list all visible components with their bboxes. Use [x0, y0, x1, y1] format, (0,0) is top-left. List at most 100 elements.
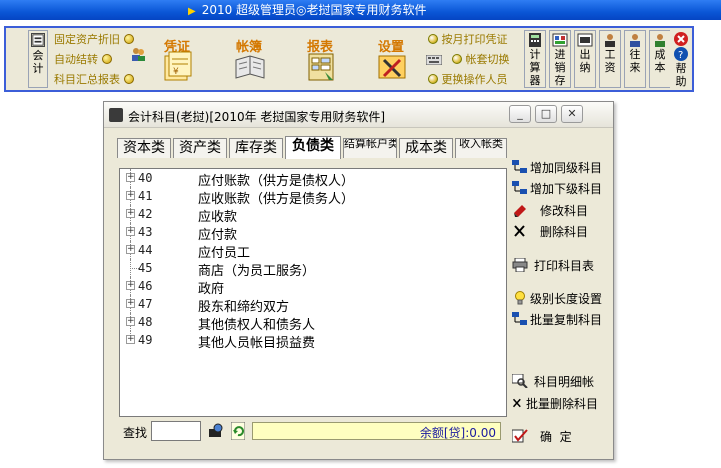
payroll-label: 工资: [604, 48, 616, 74]
voucher-button[interactable]: 凭证 ¥: [148, 30, 206, 88]
cashier-icon: [577, 33, 593, 47]
account-name: 其他人员帐目损益费: [198, 336, 316, 351]
receivables-button[interactable]: 往来: [624, 30, 646, 88]
account-detail-ledger-button[interactable]: 科目明细帐: [512, 372, 608, 392]
cost-label: 成本: [654, 48, 666, 74]
tree-row[interactable]: 45 商店（为员工服务）: [120, 259, 506, 279]
inventory-button[interactable]: 进销存: [549, 30, 571, 88]
cashier-label: 出纳: [579, 48, 591, 74]
tree-add-child-icon: [512, 181, 527, 194]
expand-icon[interactable]: +: [126, 173, 135, 182]
expand-icon[interactable]: +: [126, 227, 135, 236]
yellow-dot-icon: [123, 34, 134, 44]
accounting-icon: [31, 33, 45, 47]
tab-inventory[interactable]: 库存类: [229, 138, 283, 158]
settings-button[interactable]: 设置: [362, 30, 420, 88]
account-code: 41: [138, 189, 153, 203]
link-switch-account-set[interactable]: 帐套切换: [452, 52, 510, 68]
close-button[interactable]: ✕: [561, 105, 583, 123]
tree-copy-icon: [512, 312, 527, 325]
delete-x-icon: [514, 225, 525, 237]
delete-x-icon: [512, 398, 521, 408]
yellow-dot-icon: [123, 74, 134, 84]
expand-icon[interactable]: +: [126, 299, 135, 308]
expand-icon[interactable]: +: [126, 335, 135, 344]
tree-row[interactable]: +42 应收款: [120, 205, 506, 225]
tab-capital[interactable]: 资本类: [117, 138, 171, 158]
tree-row[interactable]: +47 股东和缔约双方: [120, 295, 506, 315]
link-summary-report[interactable]: 科目汇总报表: [54, 72, 134, 88]
balance-text: 余额[贷]:0.00: [419, 426, 496, 440]
tree-row[interactable]: +40 应付账款（供方是债权人）: [120, 169, 506, 189]
expand-icon[interactable]: +: [126, 281, 135, 290]
cashier-button[interactable]: 出纳: [574, 30, 596, 88]
confirm-button[interactable]: 确 定: [512, 427, 608, 447]
people-icon: [132, 48, 145, 61]
account-code: 47: [138, 297, 153, 311]
person-icon: [605, 34, 615, 47]
tree-row[interactable]: +49 其他人员帐目损益费: [120, 331, 506, 351]
expand-icon[interactable]: +: [126, 245, 135, 254]
maximize-button[interactable]: □: [535, 105, 557, 123]
delete-account-button[interactable]: 删除科目: [512, 222, 608, 242]
printer-icon: [512, 258, 528, 272]
dialog-title-bar: 会计科目(老挝)[2010年 老挝国家专用财务软件] _ □ ✕: [104, 102, 613, 128]
tab-cost[interactable]: 成本类: [399, 138, 453, 158]
app-title: 2010 超级管理员◎老挝国家专用财务软件: [201, 3, 427, 17]
add-sibling-account-button[interactable]: 增加同级科目: [512, 158, 608, 178]
batch-delete-accounts-button[interactable]: 批量删除科目: [512, 394, 608, 414]
search-input[interactable]: [151, 421, 201, 441]
tab-liabilities[interactable]: 负债类: [285, 136, 341, 159]
tree-row[interactable]: +46 政府: [120, 277, 506, 297]
account-code: 46: [138, 279, 153, 293]
account-code: 45: [138, 261, 153, 275]
tree-row[interactable]: +48 其他债权人和债务人: [120, 313, 506, 333]
eraser-icon: [514, 205, 526, 217]
find-icon[interactable]: [207, 423, 225, 439]
cost-button[interactable]: 成本: [649, 30, 671, 88]
account-code: 44: [138, 243, 153, 257]
payroll-button[interactable]: 工资: [599, 30, 621, 88]
link-fixed-asset-depreciation[interactable]: 固定资产折旧: [54, 32, 134, 48]
link-change-operator[interactable]: 更换操作人员: [428, 72, 508, 88]
account-subjects-dialog: 会计科目(老挝)[2010年 老挝国家专用财务软件] _ □ ✕ 资本类 资产类…: [103, 101, 614, 460]
settings-icon: [378, 55, 406, 79]
inventory-label: 进销存: [554, 48, 566, 87]
refresh-icon[interactable]: [231, 422, 245, 440]
close-icon: [674, 32, 688, 46]
app-icon: [109, 108, 123, 122]
account-code: 40: [138, 171, 153, 185]
link-auto-carryover[interactable]: 自动结转: [54, 52, 112, 68]
level-length-settings-button[interactable]: 级别长度设置: [512, 289, 608, 309]
print-account-table-button[interactable]: 打印科目表: [512, 256, 608, 276]
edit-account-button[interactable]: 修改科目: [512, 201, 608, 221]
person-icon: [630, 34, 640, 47]
tree-row[interactable]: +44 应付员工: [120, 241, 506, 261]
tree-row[interactable]: +43 应付款: [120, 223, 506, 243]
voucher-icon: ¥: [164, 51, 192, 81]
checkmark-icon: [512, 429, 528, 443]
report-icon: [308, 53, 334, 81]
account-tree[interactable]: +40 应付账款（供方是债权人） +41 应收账款（供方是债务人） +42 应收款 +…: [119, 168, 507, 417]
link-monthly-print-voucher[interactable]: 按月打印凭证: [428, 32, 508, 48]
yellow-dot-icon: [101, 54, 112, 64]
help-button[interactable]: ? 帮助: [670, 30, 692, 88]
batch-copy-accounts-button[interactable]: 批量复制科目: [512, 310, 608, 330]
tab-assets[interactable]: 资产类: [173, 138, 227, 158]
add-child-account-button[interactable]: 增加下级科目: [512, 179, 608, 199]
ledger-button[interactable]: 帐簿: [220, 30, 278, 88]
keyboard-icon: [426, 55, 442, 65]
magnifier-icon: [512, 374, 528, 388]
accounting-button[interactable]: 会计: [28, 30, 48, 88]
tab-income-accounts[interactable]: 收入帐类: [455, 138, 507, 158]
minimize-button[interactable]: _: [509, 105, 531, 123]
tree-row[interactable]: +41 应收账款（供方是债务人）: [120, 187, 506, 207]
gear-dot-icon: [428, 74, 438, 84]
main-toolbar: 会计 固定资产折旧 自动结转 科目汇总报表 凭证 ¥ 帐簿 报表 设置 按月打印…: [4, 26, 694, 92]
calculator-button[interactable]: 计算器: [524, 30, 546, 88]
report-button[interactable]: 报表: [291, 30, 349, 88]
expand-icon[interactable]: +: [126, 191, 135, 200]
expand-icon[interactable]: +: [126, 209, 135, 218]
expand-icon[interactable]: +: [126, 317, 135, 326]
tab-settlement-accounts[interactable]: 结算帐户类: [343, 138, 397, 158]
